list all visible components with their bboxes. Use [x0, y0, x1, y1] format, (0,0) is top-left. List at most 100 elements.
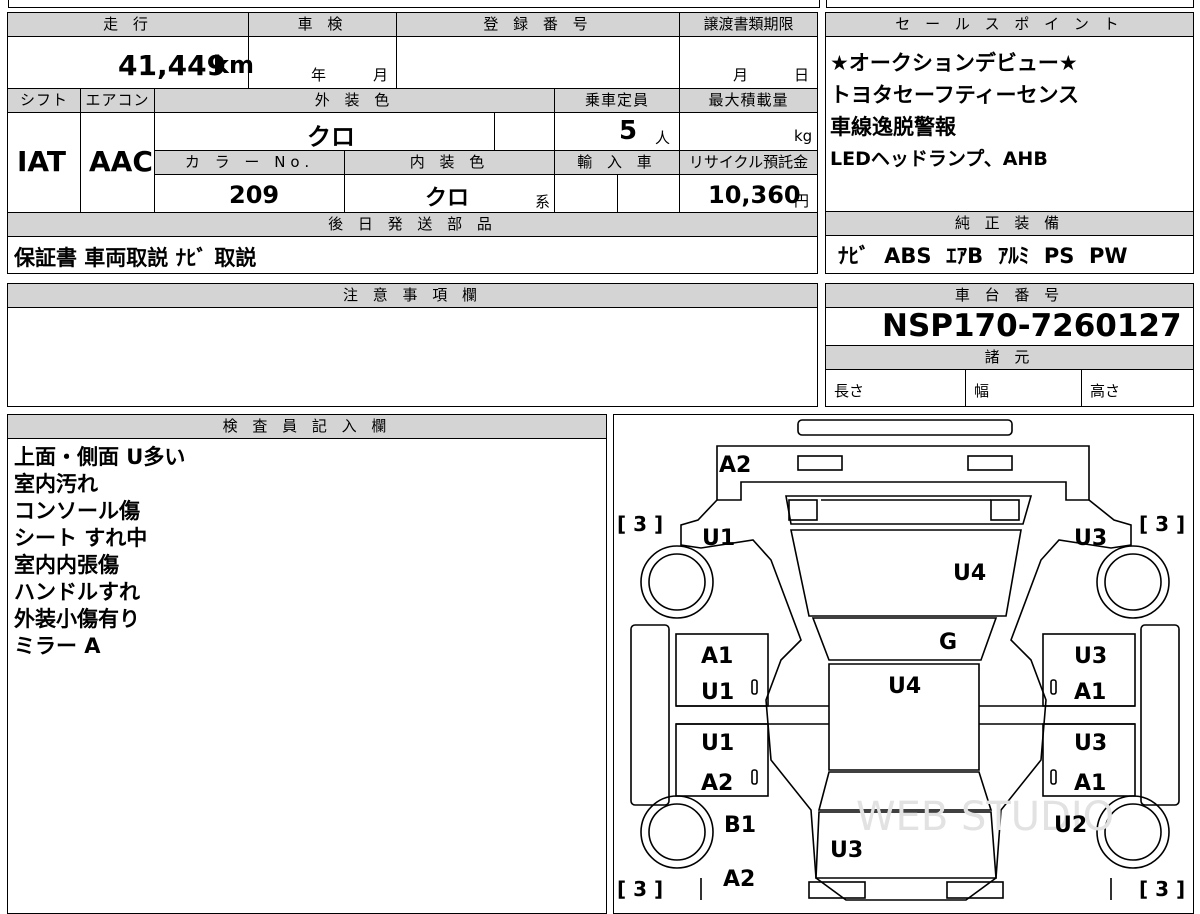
- sales-point-header: セ ー ル ス ポ イ ン ト: [826, 13, 1193, 37]
- inspector-note-line: ハンドルすれ: [14, 580, 140, 604]
- label-right-front-door-top: U3: [1074, 731, 1107, 756]
- color-no-value: 209: [229, 181, 280, 209]
- label-left-rear-door-bottom: U1: [701, 680, 734, 705]
- sales-point-line: トヨタセーフティーセンス: [830, 83, 1080, 107]
- interior-color-value: クロ: [425, 186, 470, 211]
- inspector-note-line: 外装小傷有り: [14, 607, 140, 631]
- import-cell-b: [618, 175, 680, 213]
- recycle-fee-header: リサイクル預託金: [680, 151, 817, 175]
- recycle-fee-unit: 円: [794, 192, 810, 210]
- exterior-color-extra-cell: [495, 113, 555, 151]
- inspector-notes-header: 検 査 員 記 入 欄: [8, 415, 606, 439]
- label-roof: U4: [888, 674, 921, 699]
- registration-cell: [397, 37, 680, 89]
- inspection-cell: 年 月: [249, 37, 397, 89]
- color-no-header: カ ラ ー No.: [155, 151, 345, 175]
- sales-point-box: セ ー ル ス ポ イ ン ト ★オークションデビュー★ トヨタセーフティーセン…: [825, 12, 1194, 212]
- chassis-number-header: 車 台 番 号: [826, 284, 1193, 308]
- caution-header: 注 意 事 項 欄: [8, 284, 817, 308]
- specs-height-label: 高さ: [1090, 382, 1121, 400]
- label-rear-door-glass: G: [939, 630, 957, 655]
- mileage-value: 41,449: [118, 49, 227, 82]
- interior-color-header: 内 装 色: [345, 151, 555, 175]
- inspector-note-line: ミラー A: [14, 634, 101, 658]
- later-shipped-header: 後 日 発 送 部 品: [8, 213, 817, 237]
- inspector-note-line: 室内汚れ: [14, 472, 98, 496]
- sales-point-line: LEDヘッドランプ、AHB: [830, 148, 1048, 170]
- max-load-cell: kg: [680, 113, 817, 151]
- import-header: 輸 入 車: [555, 151, 680, 175]
- label-right-front-door-bottom: A1: [1074, 771, 1106, 796]
- transfer-month-label: 月: [733, 66, 749, 84]
- rear-light-left: [797, 455, 843, 471]
- specs-width-label: 幅: [974, 382, 990, 400]
- label-left-front-fender: B1: [724, 813, 756, 838]
- import-cell-a: [555, 175, 618, 213]
- inspector-note-line: 室内内張傷: [14, 553, 119, 577]
- label-hood: U3: [830, 838, 863, 863]
- label-left-front-door-top: U1: [701, 731, 734, 756]
- label-right-front-fender: U2: [1054, 813, 1087, 838]
- specs-header: 諸 元: [826, 346, 1193, 370]
- exterior-color-cell: クロ: [155, 113, 495, 151]
- capacity-value: 5: [619, 116, 638, 146]
- transfer-deadline-cell: 月 日: [680, 37, 817, 89]
- later-shipped-cell: 保証書 車両取説 ﾅﾋﾞ 取説: [8, 237, 817, 273]
- inspector-note-line: コンソール傷: [14, 499, 140, 523]
- inspection-header: 車 検: [249, 13, 397, 37]
- rear-spoiler-outline: [797, 419, 1013, 436]
- inspector-notes-box: 検 査 員 記 入 欄 上面・側面 U多い 室内汚れ コンソール傷 シート すれ…: [7, 414, 607, 914]
- rear-light-right: [967, 455, 1013, 471]
- label-tire-rear-left: [ 3 ]: [617, 512, 663, 536]
- inspector-note-line: 上面・側面 U多い: [14, 445, 186, 469]
- car-diagram: WEB STUDIO A2 U1 U3 U4 G U4 A1 U1 U3 A1 …: [617, 419, 1185, 901]
- specs-length-cell: 長さ: [826, 370, 966, 406]
- aircon-value: AAC: [89, 145, 153, 178]
- aircon-cell: AAC: [81, 113, 155, 213]
- top-strip-left: [8, 0, 820, 8]
- chassis-number-value: NSP170-7260127: [882, 308, 1182, 344]
- inspector-note-line: シート すれ中: [14, 526, 148, 550]
- label-rear-left-fender: U1: [702, 526, 735, 551]
- vehicle-info-table: 走 行 車 検 登 録 番 号 譲渡書類期限 41,449 km 年 月 月 日…: [7, 12, 818, 274]
- color-no-cell: 209: [155, 175, 345, 213]
- label-right-rear-door-bottom: A1: [1074, 680, 1106, 705]
- exterior-color-value: クロ: [307, 123, 355, 151]
- capacity-cell: 5 人: [555, 113, 680, 151]
- specs-height-cell: 高さ: [1082, 370, 1193, 406]
- recycle-fee-value: 10,360: [708, 181, 801, 209]
- sales-point-line: ★オークションデビュー★: [830, 51, 1078, 75]
- label-left-front-door-bottom: A2: [701, 771, 733, 796]
- transfer-deadline-header: 譲渡書類期限: [680, 13, 817, 37]
- specs-width-cell: 幅: [966, 370, 1082, 406]
- standard-equipment-value: ﾅﾋﾞ ABS ｴｱB ｱﾙﾐ PS PW: [838, 244, 1128, 268]
- label-left-rear-door-top: A1: [701, 644, 733, 669]
- top-strip-right: [826, 0, 1194, 8]
- label-rear-bumper: A2: [719, 453, 751, 478]
- car-diagram-box: WEB STUDIO A2 U1 U3 U4 G U4 A1 U1 U3 A1 …: [613, 414, 1194, 914]
- caution-box: 注 意 事 項 欄: [7, 283, 818, 407]
- rear-glass-outline: [790, 529, 1022, 617]
- chassis-box: 車 台 番 号 NSP170-7260127 諸 元 長さ 幅 高さ: [825, 283, 1194, 407]
- label-right-rear-door-top: U3: [1074, 644, 1107, 669]
- standard-equipment-box: 純 正 装 備 ﾅﾋﾞ ABS ｴｱB ｱﾙﾐ PS PW: [825, 212, 1194, 274]
- tire-rear-left: [640, 545, 714, 619]
- specs-length-label: 長さ: [834, 382, 865, 400]
- max-load-unit: kg: [794, 127, 813, 145]
- inspection-year-label: 年: [311, 66, 327, 84]
- standard-equipment-header: 純 正 装 備: [826, 212, 1193, 236]
- label-tire-front-right: [ 3 ]: [1139, 877, 1185, 901]
- transfer-day-label: 日: [794, 66, 810, 84]
- aircon-header: エアコン: [81, 89, 155, 113]
- mileage-cell: 41,449 km: [8, 37, 254, 89]
- interior-color-suffix: 系: [535, 193, 551, 211]
- front-bumper-outline: [700, 878, 1112, 900]
- label-rear-right-fender: U3: [1074, 526, 1107, 551]
- rear-bumper-outline: [716, 445, 1090, 501]
- body-outline: [680, 499, 1132, 901]
- label-rear-glass: U4: [953, 561, 986, 586]
- shift-value: IAT: [17, 145, 67, 178]
- recycle-fee-cell: 10,360 円: [680, 175, 817, 213]
- tire-rear-right: [1096, 545, 1170, 619]
- chassis-number-cell: NSP170-7260127: [826, 308, 1193, 346]
